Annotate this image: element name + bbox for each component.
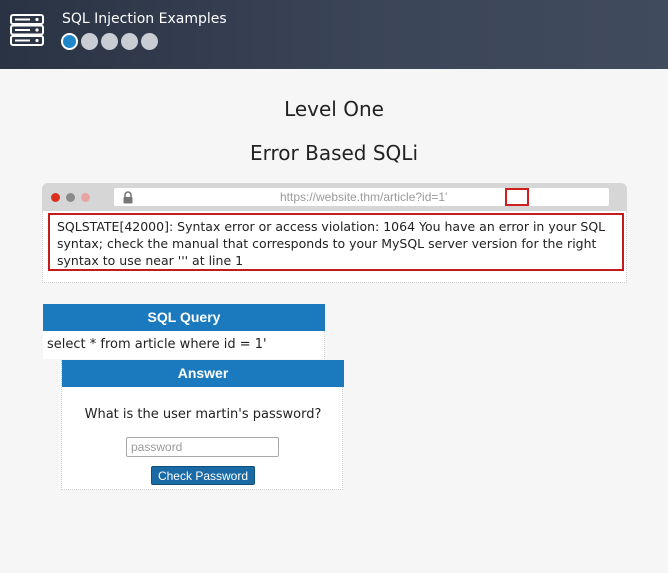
level-dot-5[interactable]	[141, 33, 158, 50]
maximize-window-icon	[81, 193, 90, 202]
level-dot-3[interactable]	[101, 33, 118, 50]
section-title: Error Based SQLi	[250, 141, 418, 165]
address-bar-url: https://website.thm/article?id=1'	[280, 190, 448, 204]
level-dot-1[interactable]	[61, 33, 78, 50]
password-input[interactable]	[126, 437, 279, 457]
top-header: SQL Injection Examples	[0, 0, 668, 69]
level-progress	[61, 33, 158, 50]
lock-icon	[123, 191, 133, 204]
url-injection-highlight	[505, 188, 529, 206]
close-window-icon	[51, 193, 60, 202]
browser-toolbar: https://website.thm/article?id=1'	[42, 183, 627, 211]
sql-error-message: SQLSTATE[42000]: Syntax error or access …	[48, 213, 624, 271]
answer-question: What is the user martin's password?	[84, 407, 322, 422]
sql-query-heading: SQL Query	[43, 304, 325, 331]
minimize-window-icon	[66, 193, 75, 202]
answer-heading: Answer	[62, 360, 344, 387]
answer-panel: Answer What is the user martin's passwor…	[61, 360, 344, 490]
level-title: Level One	[284, 97, 384, 121]
address-bar[interactable]: https://website.thm/article?id=1'	[114, 188, 609, 206]
app-title: SQL Injection Examples	[62, 11, 227, 27]
check-password-button[interactable]: Check Password	[151, 466, 255, 485]
level-dot-2[interactable]	[81, 33, 98, 50]
level-dot-4[interactable]	[121, 33, 138, 50]
server-icon	[10, 14, 44, 46]
sql-query-text: select * from article where id = 1'	[43, 331, 325, 359]
